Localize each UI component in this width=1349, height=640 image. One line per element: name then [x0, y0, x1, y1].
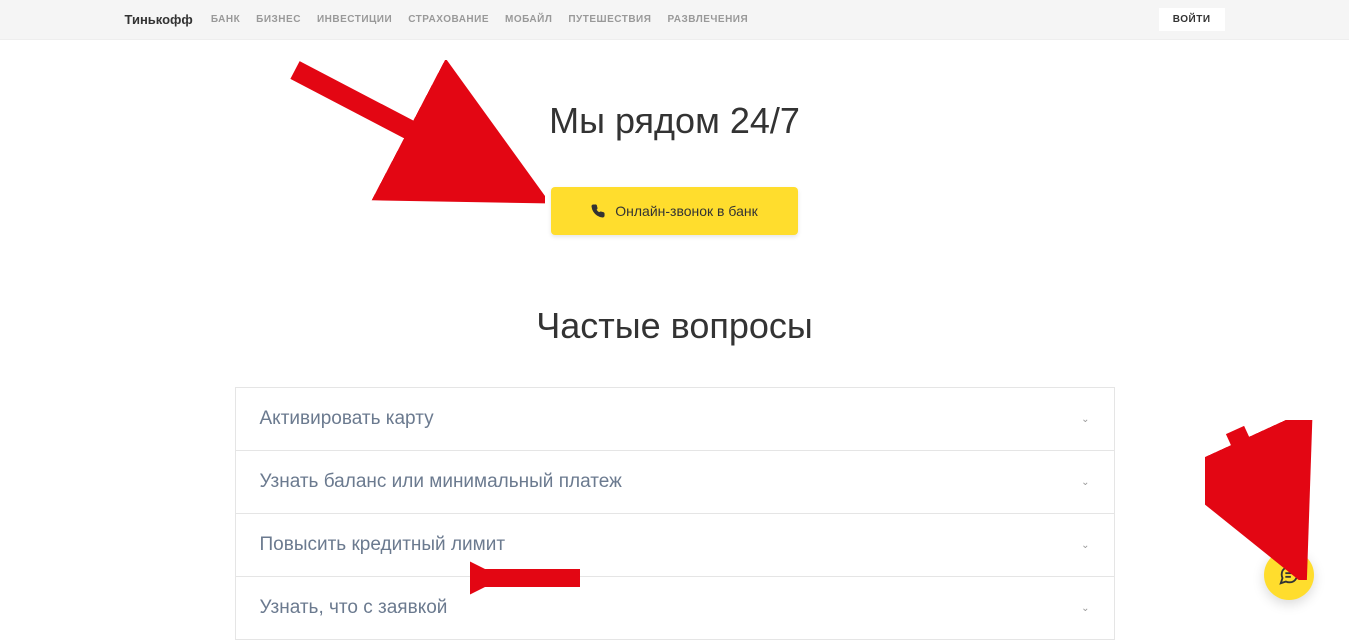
faq-item-label: Активировать карту	[260, 408, 434, 430]
call-button-label: Онлайн-звонок в банк	[615, 203, 757, 219]
faq-item-activate-card[interactable]: Активировать карту ⌄	[236, 388, 1114, 451]
main-content: Мы рядом 24/7 Онлайн-звонок в банк Часты…	[0, 40, 1349, 640]
faq-title: Частые вопросы	[0, 305, 1349, 347]
nav-link-business[interactable]: БИЗНЕС	[256, 14, 301, 25]
login-button[interactable]: ВОЙТИ	[1159, 8, 1225, 31]
chevron-down-icon: ⌄	[1081, 603, 1089, 614]
faq-item-label: Узнать баланс или минимальный платеж	[260, 471, 622, 493]
faq-item-application-status[interactable]: Узнать, что с заявкой ⌄	[236, 577, 1114, 640]
header-inner: Тинькофф БАНК БИЗНЕС ИНВЕСТИЦИИ СТРАХОВА…	[125, 8, 1225, 31]
chat-icon	[1278, 564, 1300, 586]
chat-button[interactable]	[1264, 550, 1314, 600]
faq-item-label: Повысить кредитный лимит	[260, 534, 506, 556]
faq-list: Активировать карту ⌄ Узнать баланс или м…	[235, 387, 1115, 640]
nav-link-investments[interactable]: ИНВЕСТИЦИИ	[317, 14, 392, 25]
nav-link-entertainment[interactable]: РАЗВЛЕЧЕНИЯ	[667, 14, 748, 25]
logo[interactable]: Тинькофф	[125, 12, 193, 27]
faq-item-balance[interactable]: Узнать баланс или минимальный платеж ⌄	[236, 451, 1114, 514]
faq-item-label: Узнать, что с заявкой	[260, 597, 448, 619]
nav-link-insurance[interactable]: СТРАХОВАНИЕ	[408, 14, 489, 25]
nav-links: БАНК БИЗНЕС ИНВЕСТИЦИИ СТРАХОВАНИЕ МОБАЙ…	[211, 14, 1159, 25]
chevron-down-icon: ⌄	[1081, 477, 1089, 488]
nav-link-bank[interactable]: БАНК	[211, 14, 240, 25]
nav-link-travel[interactable]: ПУТЕШЕСТВИЯ	[568, 14, 651, 25]
chevron-down-icon: ⌄	[1081, 414, 1089, 425]
header: Тинькофф БАНК БИЗНЕС ИНВЕСТИЦИИ СТРАХОВА…	[0, 0, 1349, 40]
chevron-down-icon: ⌄	[1081, 540, 1089, 551]
faq-item-credit-limit[interactable]: Повысить кредитный лимит ⌄	[236, 514, 1114, 577]
online-call-button[interactable]: Онлайн-звонок в банк	[551, 187, 797, 235]
nav-link-mobile[interactable]: МОБАЙЛ	[505, 14, 552, 25]
phone-icon	[591, 204, 605, 218]
hero-title: Мы рядом 24/7	[0, 100, 1349, 142]
